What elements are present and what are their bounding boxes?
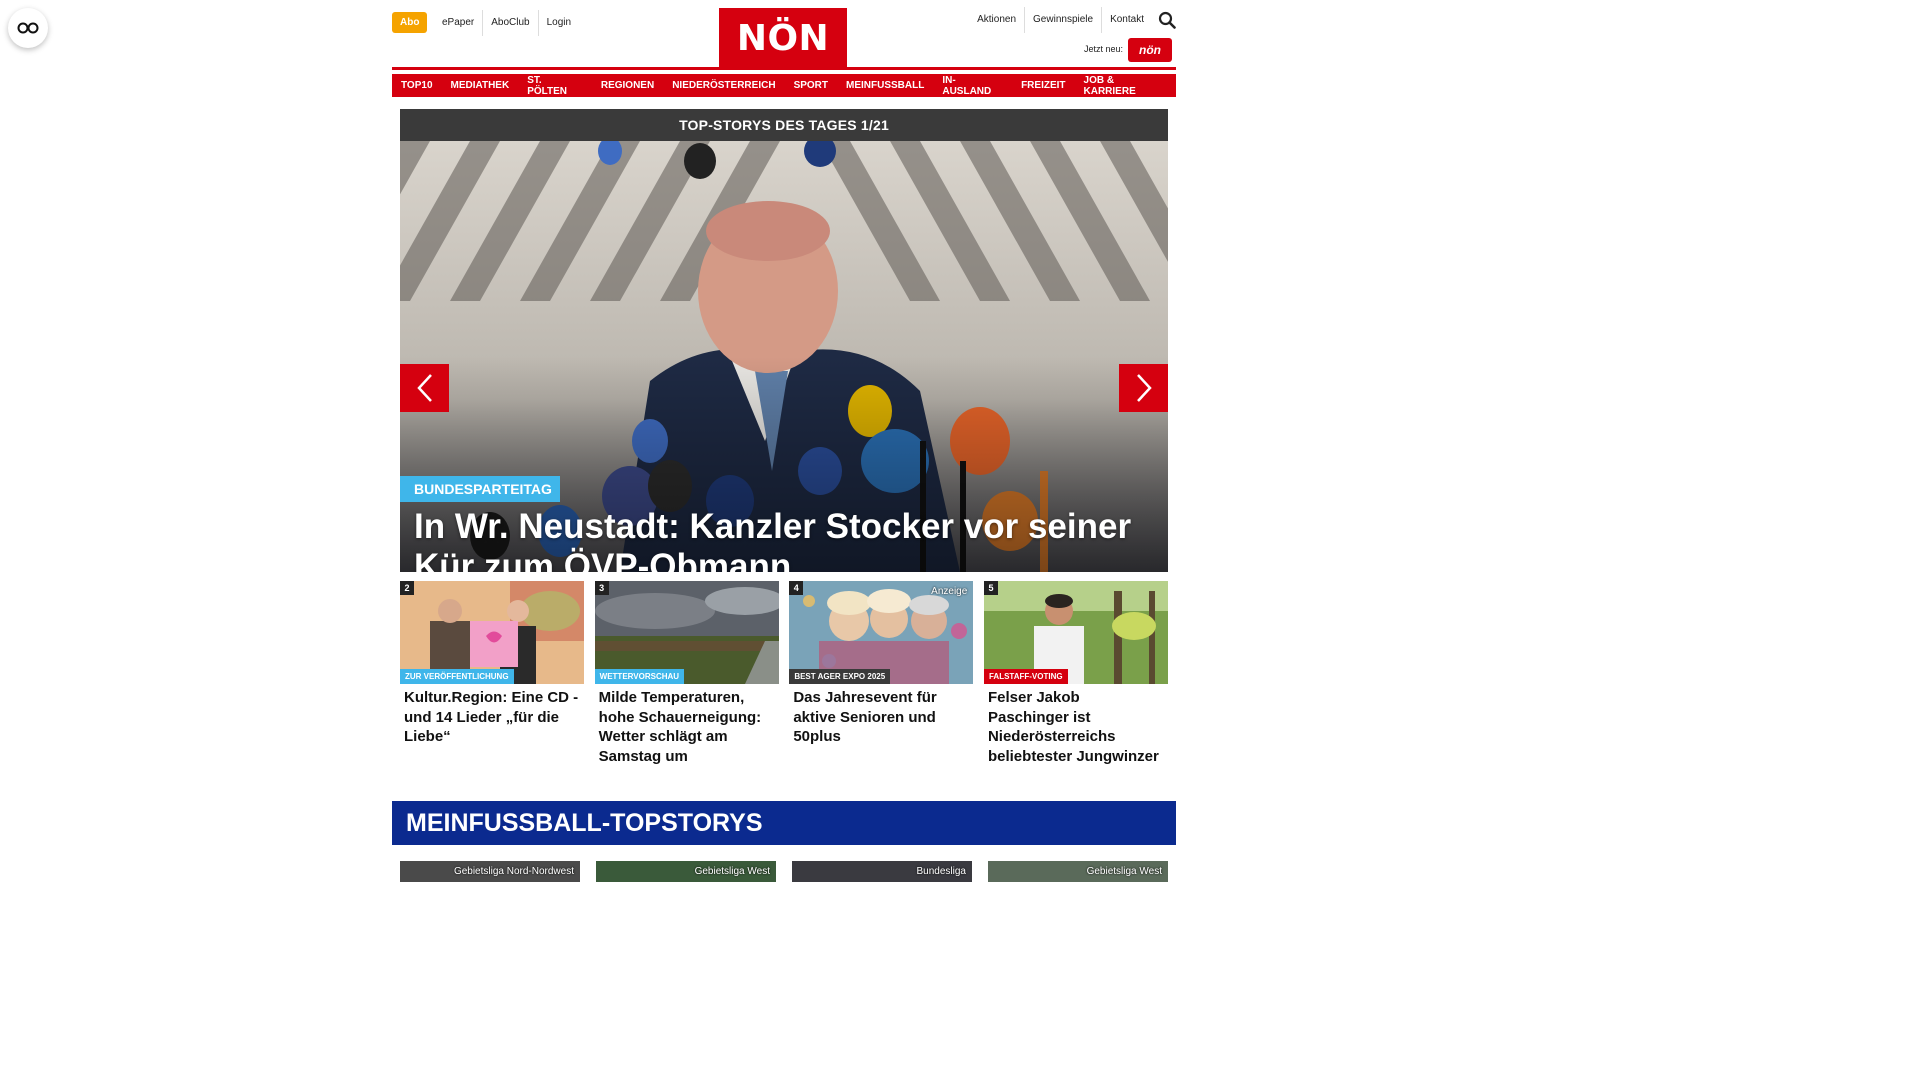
- meinfussball-cards: Gebietsliga Nord-Nordwest Gebietsliga We…: [400, 861, 1168, 882]
- meinfussball-card[interactable]: Gebietsliga West: [596, 861, 776, 882]
- nav-in-ausland[interactable]: IN-AUSLAND: [933, 74, 1013, 97]
- teaser-image[interactable]: 5 FALSTAFF-VOTING: [983, 581, 1168, 684]
- teaser-number: 5: [983, 581, 998, 595]
- nav-top10[interactable]: TOP10: [392, 74, 442, 97]
- teaser-number: 4: [789, 581, 804, 595]
- jetzt-neu-label: Jetzt neu:: [1083, 44, 1123, 54]
- gewinnspiele-link[interactable]: Gewinnspiele: [1024, 7, 1101, 33]
- main-nav: TOP10 MEDIATHEK ST. PÖLTEN REGIONEN NIED…: [392, 74, 1176, 97]
- teaser-image[interactable]: 3 WETTERVORSCHAU: [594, 581, 779, 684]
- top-stories-slider: TOP-STORYS DES TAGES 1/21 BUNDESPARTEITA…: [400, 109, 1168, 572]
- nav-mediathek[interactable]: MEDIATHEK: [441, 74, 519, 97]
- slider-title: TOP-STORYS DES TAGES 1/21: [400, 109, 1168, 141]
- top-right-links: Aktionen Gewinnspiele Kontakt: [969, 7, 1152, 33]
- teaser-card[interactable]: 3 WETTERVORSCHAU Milde Temperaturen, hoh…: [594, 581, 779, 766]
- nav-regionen[interactable]: REGIONEN: [591, 74, 664, 97]
- meinfussball-card[interactable]: Bundesliga: [792, 861, 972, 882]
- nav-freizeit[interactable]: FREIZEIT: [1012, 74, 1075, 97]
- kontakt-link[interactable]: Kontakt: [1101, 7, 1152, 33]
- search-button[interactable]: [1158, 11, 1176, 29]
- chevron-right-icon: [1136, 374, 1152, 402]
- meinfussball-card-league: Gebietsliga West: [694, 866, 770, 877]
- ad-label: Anzeige: [931, 586, 968, 597]
- app-badge[interactable]: nön: [1128, 38, 1172, 62]
- nav-job-karriere[interactable]: JOB & KARRIERE: [1074, 74, 1176, 97]
- teaser-row: 2 ZUR VERÖFFENTLICHUNG Kultur.Region: Ei…: [400, 581, 1168, 766]
- glasses-icon: [17, 22, 39, 34]
- meinfussball-card-league: Gebietsliga Nord-Nordwest: [453, 866, 574, 877]
- teaser-tag: WETTERVORSCHAU: [594, 669, 685, 684]
- login-link[interactable]: Login: [537, 10, 579, 36]
- teaser-image[interactable]: 4 Anzeige BEST AGER EXPO 2025: [789, 581, 974, 684]
- teaser-tag: ZUR VERÖFFENTLICHUNG: [400, 669, 514, 684]
- header-divider: [392, 67, 1176, 70]
- teaser-card[interactable]: 5 FALSTAFF-VOTING Felser Jakob Paschinge…: [983, 581, 1168, 766]
- abo-button[interactable]: Abo: [392, 12, 428, 33]
- teaser-card[interactable]: 4 Anzeige BEST AGER EXPO 2025 Das Jahres…: [789, 581, 974, 766]
- teaser-title[interactable]: Felser Jakob Paschinger ist Niederösterr…: [984, 684, 1168, 766]
- teaser-title[interactable]: Kultur.Region: Eine CD - und 14 Lieder „…: [400, 684, 584, 747]
- teaser-title[interactable]: Das Jahresevent für aktive Senioren und …: [789, 684, 973, 747]
- slider-image[interactable]: BUNDESPARTEITAG In Wr. Neustadt: Kanzler…: [400, 141, 1168, 572]
- meinfussball-card[interactable]: Gebietsliga West: [988, 861, 1168, 882]
- teaser-number: 2: [400, 581, 414, 595]
- reader-mode-button[interactable]: [8, 8, 48, 48]
- teaser-tag: BEST AGER EXPO 2025: [789, 669, 891, 684]
- nav-meinfussball[interactable]: MEINFUSSBALL: [837, 74, 934, 97]
- chevron-left-icon: [416, 374, 432, 402]
- story-headline[interactable]: In Wr. Neustadt: Kanzler Stocker vor sei…: [414, 507, 1154, 572]
- meinfussball-card-league: Gebietsliga West: [1086, 866, 1162, 877]
- teaser-title[interactable]: Milde Temperaturen, hohe Schauerneigung:…: [595, 684, 779, 766]
- site-header: Abo ePaper AboClub Login NÖN Aktionen Ge…: [392, 0, 1176, 68]
- top-left-links: ePaper AboClub Login: [434, 10, 579, 36]
- aktionen-link[interactable]: Aktionen: [969, 7, 1024, 33]
- meinfussball-card[interactable]: Gebietsliga Nord-Nordwest: [400, 861, 580, 882]
- teaser-card[interactable]: 2 ZUR VERÖFFENTLICHUNG Kultur.Region: Ei…: [400, 581, 584, 766]
- search-icon: [1158, 11, 1176, 29]
- aboclub-link[interactable]: AboClub: [482, 10, 537, 36]
- teaser-tag: FALSTAFF-VOTING: [983, 669, 1068, 684]
- slider-next-button[interactable]: [1119, 364, 1168, 412]
- nav-niederoesterreich[interactable]: NIEDERÖSTERREICH: [663, 74, 785, 97]
- slider-prev-button[interactable]: [400, 364, 449, 412]
- epaper-link[interactable]: ePaper: [434, 10, 482, 36]
- meinfussball-card-league: Bundesliga: [916, 866, 966, 877]
- nav-st-poelten[interactable]: ST. PÖLTEN: [518, 74, 592, 97]
- teaser-image[interactable]: 2 ZUR VERÖFFENTLICHUNG: [400, 581, 584, 684]
- nav-sport[interactable]: SPORT: [784, 74, 838, 97]
- story-kicker[interactable]: BUNDESPARTEITAG: [400, 476, 560, 502]
- site-logo[interactable]: NÖN: [719, 8, 847, 68]
- teaser-number: 3: [594, 581, 609, 595]
- meinfussball-section-title[interactable]: MEINFUSSBALL-TOPSTORYS: [392, 801, 1176, 845]
